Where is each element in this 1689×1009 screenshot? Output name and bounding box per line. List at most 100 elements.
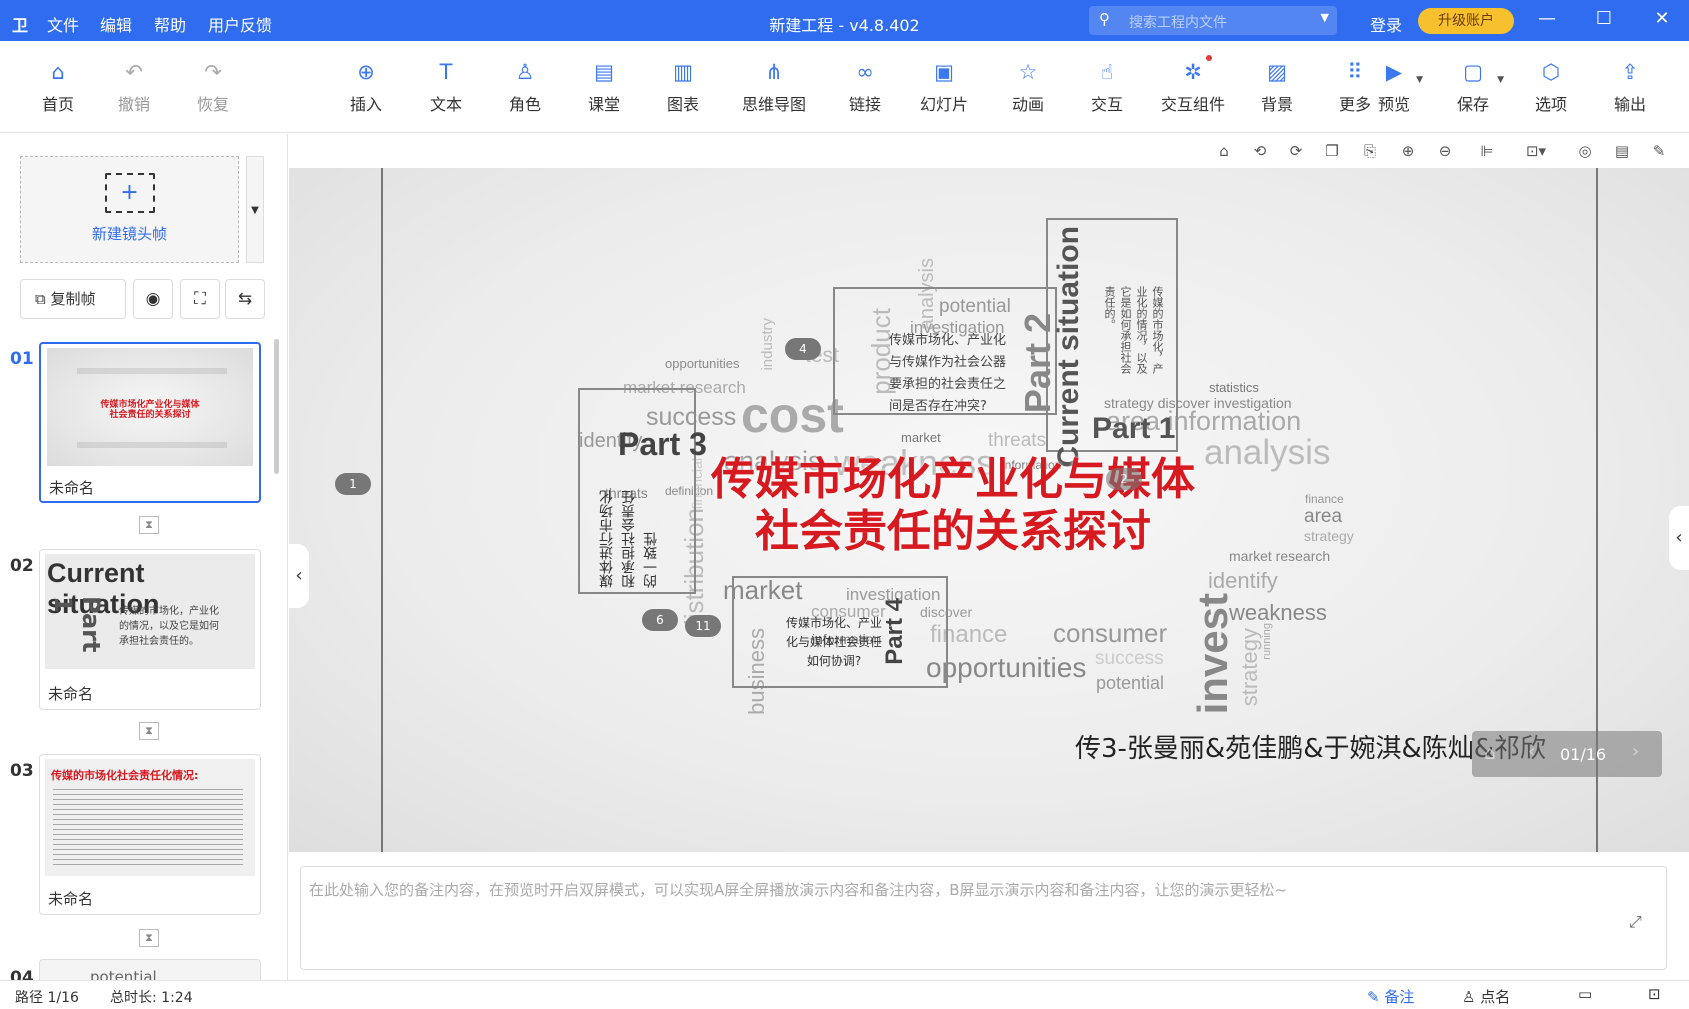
interact-button[interactable]: ☝ 交互 <box>1087 59 1127 123</box>
thumb-4-word: potential <box>90 968 157 980</box>
word: opportunities <box>926 652 1087 683</box>
thumb-2-text: 传媒的市场化，产业化的情况，以及它是如何承担社会责任的。 <box>119 606 219 647</box>
new-frame-dropdown[interactable]: ▼ <box>246 156 264 263</box>
word: weakness <box>1229 600 1327 625</box>
text-button[interactable]: T 文本 <box>426 59 466 123</box>
animation-button[interactable]: ☆ 动画 <box>1008 59 1048 123</box>
classroom-button[interactable]: ▤ 课堂 <box>584 59 624 123</box>
fit-button[interactable]: ⛶ <box>180 279 220 319</box>
path-info: 路径 1/16 <box>15 990 79 1006</box>
insert-button[interactable]: ⊕ 插入 <box>346 59 386 123</box>
align-icon[interactable]: ⊫ <box>1476 140 1498 162</box>
chart-label: 图表 <box>666 95 699 114</box>
notes-input[interactable]: 在此处输入您的备注内容，在预览时开启双屏模式，可以实现A屏全屏播放演示内容和备注… <box>300 866 1667 970</box>
insert-label: 插入 <box>349 95 382 114</box>
redo-button[interactable]: ↷ 恢复 <box>193 59 233 123</box>
slide-thumb-2[interactable]: Current situation Part 1 传媒的市场化，产业化的情况，以… <box>39 549 261 710</box>
home-icon: ⌂ <box>51 60 65 84</box>
component-button[interactable]: ✲ 交互组件 <box>1158 55 1228 123</box>
chevron-down-icon[interactable]: ▼ <box>1416 75 1423 85</box>
user-icon: ♙ <box>515 60 535 84</box>
background-button[interactable]: ▨ 背景 <box>1257 59 1297 123</box>
copy-frame-label: 复制帧 <box>50 290 96 308</box>
path-badge[interactable]: 6 <box>642 609 678 631</box>
home-icon[interactable]: ⌂ <box>1484 743 1495 764</box>
word: finance <box>1305 492 1344 506</box>
path-badge[interactable]: 1 <box>335 473 371 495</box>
new-frame-button[interactable]: + 新建镜头帧 <box>20 156 239 263</box>
screen-icon[interactable]: ▭ <box>1578 985 1592 1003</box>
slide-thumb-4[interactable]: potential <box>39 959 261 980</box>
close-icon[interactable]: ✕ <box>1649 8 1675 32</box>
zoom-out-icon[interactable]: ⊖ <box>1434 140 1456 162</box>
export-button[interactable]: ⇪ 输出 <box>1610 59 1650 123</box>
path-badge[interactable]: 2 <box>1106 468 1142 490</box>
path-badge[interactable]: 11 <box>685 615 721 637</box>
more-button[interactable]: ⠿ 更多 <box>1337 59 1373 123</box>
star-icon: ☆ <box>1018 60 1038 84</box>
edit-icon[interactable]: ✎ <box>1648 140 1670 162</box>
path-badge[interactable]: 4 <box>785 338 821 360</box>
link-button[interactable]: ∞ 链接 <box>845 59 885 123</box>
page-indicator: 01/16 <box>1560 745 1607 764</box>
collapse-right-button[interactable]: ‹ <box>1669 506 1689 570</box>
slide-thumb-1[interactable]: 传媒市场化产业化与媒体 社会责任的关系探讨 未命名 <box>39 342 261 503</box>
chart-button[interactable]: ▥ 图表 <box>663 59 703 123</box>
transition-icon[interactable]: ⧗ <box>139 516 159 534</box>
unlock-icon[interactable]: ⊡ <box>1648 985 1661 1003</box>
word: running <box>1261 623 1273 660</box>
chevron-down-icon[interactable]: ▼ <box>1497 75 1504 85</box>
word: opportunities <box>665 356 740 371</box>
prev-page-icon[interactable]: ‹ <box>1528 741 1535 762</box>
part2-text: 传媒市场化、产业化与传媒作为社会公器要承担的社会责任之间是否存在冲突? <box>889 333 1007 414</box>
redo-label: 恢复 <box>196 95 229 114</box>
part3-text: 媒体进行市场化和承担社会责任的一致性 <box>599 490 659 588</box>
next-page-icon[interactable]: › <box>1632 741 1639 762</box>
login-link[interactable]: 登录 <box>1370 12 1402 36</box>
zoom-in-icon[interactable]: ⊕ <box>1397 140 1419 162</box>
search-box[interactable]: ⚲ 搜索工程内文件 ▼ <box>1089 6 1337 35</box>
notes-toggle-label: 备注 <box>1384 988 1415 1006</box>
minimize-icon[interactable]: — <box>1534 8 1560 32</box>
upgrade-button[interactable]: 升级账户 <box>1418 8 1514 34</box>
expand-icon[interactable]: ⤢ <box>1629 912 1642 932</box>
search-input[interactable]: 搜索工程内文件 <box>1129 12 1227 32</box>
record-icon[interactable]: ▤ <box>1611 140 1633 162</box>
rotate-left-icon[interactable]: ⟲ <box>1249 140 1271 162</box>
thumb-2-part: Part 1 <box>49 596 105 653</box>
slides-label: 幻灯片 <box>919 95 968 114</box>
thumb-3-body <box>53 787 243 867</box>
role-button[interactable]: ♙ 角色 <box>505 59 545 123</box>
notes-toggle[interactable]: ✎ 备注 <box>1367 986 1414 1007</box>
canvas-toolbar: ⌂ ⟲ ⟳ ❐ ⎘ ⊕ ⊖ ⊫ ⊡▾ ◎ ▤ ✎ <box>289 134 1689 168</box>
word: analysis <box>1204 433 1331 472</box>
screenshot-icon[interactable]: ◎ <box>1574 140 1596 162</box>
current-situation-title: Current situation <box>1052 226 1085 468</box>
home-button[interactable]: ⌂ 首页 <box>38 59 78 123</box>
copy-icon[interactable]: ❐ <box>1321 140 1343 162</box>
paste-icon[interactable]: ⎘ <box>1359 140 1381 162</box>
rollcall-button[interactable]: ♙ 点名 <box>1462 986 1510 1007</box>
mindmap-button[interactable]: ⋔ 思维导图 <box>739 59 809 123</box>
transition-icon[interactable]: ⧗ <box>139 722 159 740</box>
camera-button[interactable]: ◉ <box>133 279 173 319</box>
home-view-icon[interactable]: ⌂ <box>1213 140 1235 162</box>
save-button[interactable]: ▢ 保存 ▼ <box>1448 59 1504 123</box>
swap-button[interactable]: ⇆ <box>225 279 265 319</box>
undo-button[interactable]: ↶ 撤销 <box>114 59 154 123</box>
preview-button[interactable]: ▶ 预览 ▼ <box>1369 59 1423 123</box>
dropdown-icon[interactable]: ▼ <box>1321 11 1329 24</box>
lock-icon[interactable]: ⊡▾ <box>1525 140 1547 162</box>
maximize-icon[interactable]: ☐ <box>1591 8 1617 32</box>
slide-thumb-3[interactable]: 传媒的市场化社会责任化情况: 未命名 <box>39 754 261 915</box>
transition-icon[interactable]: ⧗ <box>139 929 159 947</box>
link-label: 链接 <box>848 95 881 114</box>
slides-button[interactable]: ▣ 幻灯片 <box>918 59 970 123</box>
rotate-right-icon[interactable]: ⟳ <box>1285 140 1307 162</box>
options-button[interactable]: ⬡ 选项 <box>1531 59 1571 123</box>
sidebar-scrollbar[interactable] <box>274 339 279 474</box>
collapse-left-button[interactable]: ‹ <box>289 544 309 608</box>
copy-frame-button[interactable]: ⧉ 复制帧 <box>20 279 126 319</box>
role-label: 角色 <box>508 95 541 114</box>
slide-stage[interactable]: opportunities market research success co… <box>289 168 1689 852</box>
